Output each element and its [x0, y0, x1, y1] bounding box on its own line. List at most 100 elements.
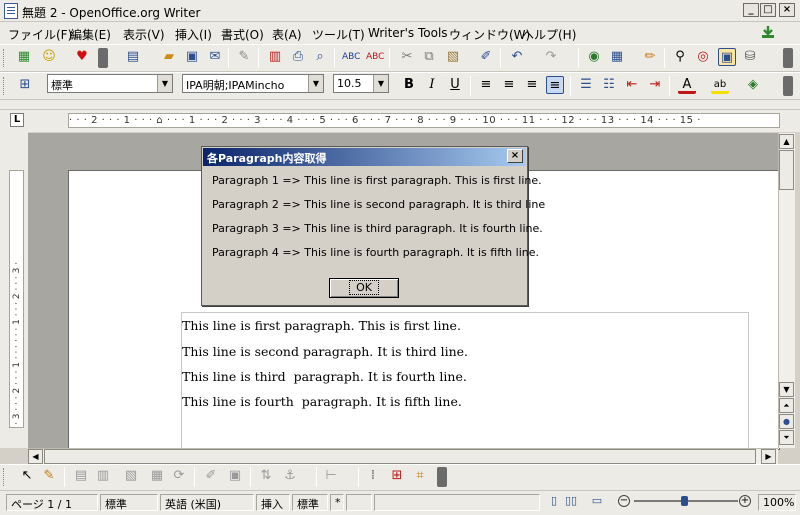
redo-icon[interactable]: ↷ — [542, 48, 560, 66]
tab-stop-selector[interactable]: L — [10, 113, 24, 127]
optimal-wrap-icon[interactable]: ⟳ — [170, 467, 188, 485]
previous-page-button[interactable]: ⏶ — [779, 398, 794, 413]
cut-icon[interactable]: ✂ — [398, 48, 416, 66]
ok-button[interactable]: OK — [329, 278, 399, 298]
toolbar-grip[interactable] — [3, 468, 7, 486]
frame-properties-icon[interactable]: ▣ — [226, 467, 244, 485]
status-page[interactable]: ページ 1 / 1 — [6, 494, 98, 511]
smiley-icon[interactable]: ☺ — [40, 48, 58, 66]
underline-button[interactable]: U — [446, 76, 464, 94]
menu-window[interactable]: ウィンドウ(W) — [449, 26, 530, 43]
increase-indent-icon[interactable]: ⇥ — [646, 76, 664, 94]
status-modified[interactable]: * — [330, 494, 344, 511]
status-zoom[interactable]: 100% — [758, 494, 796, 511]
paste-icon[interactable]: ▧ — [444, 48, 462, 66]
scroll-up-button[interactable]: ▲ — [779, 134, 794, 149]
gallery-icon[interactable]: ▣ — [718, 48, 736, 66]
toolbar-overflow-3[interactable] — [783, 76, 793, 96]
menu-file[interactable]: ファイル(F) — [8, 26, 72, 43]
italic-button[interactable]: I — [423, 76, 441, 94]
vertical-ruler[interactable]: · 3 · · · 2 · · · 1 · · · · · · 1 · · · … — [9, 170, 24, 428]
show-draw-functions-icon[interactable]: ✏ — [641, 48, 659, 66]
styles-formatting-icon[interactable]: ⊞ — [16, 76, 34, 94]
status-language[interactable]: 英語 (米国) — [160, 494, 254, 511]
status-page-style[interactable]: 標準 — [100, 494, 158, 511]
toolbar-grip[interactable] — [3, 49, 7, 67]
single-page-view-icon[interactable]: ▯ — [545, 493, 563, 509]
scroll-thumb[interactable] — [779, 150, 794, 190]
menu-format[interactable]: 書式(O) — [221, 26, 264, 43]
dialog-close-button[interactable]: × — [507, 149, 523, 163]
minimize-button[interactable]: _ — [743, 3, 759, 17]
update-download-icon[interactable] — [760, 25, 776, 39]
toolbar-overflow-4[interactable] — [437, 467, 447, 487]
arrange-icon[interactable]: ⇅ — [257, 467, 275, 485]
numbering-icon[interactable]: ☰ — [577, 76, 595, 94]
select-pointer-icon[interactable]: ↖ — [18, 467, 36, 485]
bold-button[interactable]: B — [400, 76, 418, 94]
zoom-out-icon[interactable]: − — [618, 495, 630, 507]
toolbar-overflow-2[interactable] — [783, 48, 793, 68]
format-paintbrush-icon[interactable]: ✐ — [477, 48, 495, 66]
align-right-icon[interactable]: ≡ — [523, 76, 541, 94]
page-preview-icon[interactable]: ⌕ — [311, 48, 329, 66]
scroll-down-button[interactable]: ▼ — [779, 382, 794, 397]
justify-icon[interactable]: ≡ — [546, 76, 564, 94]
background-color-icon[interactable]: ◈ — [744, 76, 762, 94]
status-selection-mode[interactable]: 標準 — [292, 494, 328, 511]
open-folder-icon[interactable]: ▰ — [160, 48, 178, 66]
heart-icon[interactable]: ♥ — [73, 48, 91, 66]
font-name-combo[interactable]: IPA明朝;IPAMincho — [182, 74, 324, 93]
paragraph-line[interactable]: This line is second paragraph. It is thi… — [182, 344, 468, 359]
chevron-down-icon[interactable]: ▼ — [373, 75, 388, 92]
menu-insert[interactable]: 挿入(I) — [175, 26, 212, 43]
maximize-button[interactable]: □ — [760, 3, 776, 17]
paragraph-style-combo[interactable]: 標準 — [47, 74, 173, 93]
menu-edit[interactable]: 編集(E) — [70, 26, 111, 43]
navigation-icon[interactable]: ● — [779, 414, 794, 429]
wrap-icon[interactable]: ▤ — [72, 467, 90, 485]
scroll-right-button[interactable]: ▶ — [761, 449, 776, 464]
multi-page-view-icon[interactable]: ▯▯ — [562, 493, 580, 509]
highlighting-icon[interactable]: ab — [711, 76, 729, 94]
font-color-icon[interactable]: A — [678, 76, 696, 94]
edit-frame-icon[interactable]: ✐ — [202, 467, 220, 485]
menu-table[interactable]: 表(A) — [272, 26, 302, 43]
new-icon[interactable]: ▤ — [124, 48, 142, 66]
paragraph-line[interactable]: This line is fourth paragraph. It is fif… — [182, 394, 462, 409]
decrease-indent-icon[interactable]: ⇤ — [623, 76, 641, 94]
toolbar-grip[interactable] — [3, 77, 7, 95]
paragraph-line[interactable]: This line is third paragraph. It is four… — [182, 369, 467, 384]
spellcheck-icon[interactable]: ABC — [342, 48, 360, 66]
edit-file-icon[interactable]: ✎ — [235, 48, 253, 66]
align-left-icon[interactable]: ≡ — [477, 76, 495, 94]
mail-icon[interactable]: ✉ — [206, 48, 224, 66]
helplines-icon[interactable]: ⊞ — [388, 467, 406, 485]
menu-writers-tools[interactable]: Writer's Tools — [368, 26, 448, 40]
autospellcheck-icon[interactable]: ABC — [366, 48, 384, 66]
chevron-down-icon[interactable]: ▼ — [157, 75, 172, 92]
bullets-icon[interactable]: ☷ — [600, 76, 618, 94]
wrap-through-icon[interactable]: ▥ — [94, 467, 112, 485]
toolbar-overflow[interactable] — [98, 48, 108, 68]
copy-icon[interactable]: ⧉ — [420, 48, 438, 66]
save-icon[interactable]: ▣ — [183, 48, 201, 66]
status-insert-mode[interactable]: 挿入 — [256, 494, 290, 511]
page-wrap-icon[interactable]: ▦ — [148, 467, 166, 485]
next-page-button[interactable]: ⏷ — [779, 430, 794, 445]
scroll-left-button[interactable]: ◀ — [28, 449, 43, 464]
edit-points-icon[interactable]: ✎ — [40, 467, 58, 485]
snap-icon[interactable]: ⌗ — [411, 467, 429, 485]
toolbar-collapse-strip[interactable] — [0, 100, 800, 110]
status-signature[interactable] — [346, 494, 372, 511]
export-pdf-icon[interactable]: ▥ — [266, 48, 284, 66]
grid-icon[interactable]: ⁞ — [364, 467, 382, 485]
find-replace-icon[interactable]: ⚲ — [671, 48, 689, 66]
data-sources-icon[interactable]: ⛁ — [741, 48, 759, 66]
book-view-icon[interactable]: ▭ — [588, 493, 606, 509]
chevron-down-icon[interactable]: ▼ — [308, 75, 323, 92]
wrap-off-icon[interactable]: ▧ — [122, 467, 140, 485]
paragraph-line[interactable]: This line is first paragraph. This is fi… — [182, 318, 461, 333]
zoom-in-icon[interactable]: + — [739, 495, 751, 507]
align-objects-icon[interactable]: ⊢ — [322, 467, 340, 485]
